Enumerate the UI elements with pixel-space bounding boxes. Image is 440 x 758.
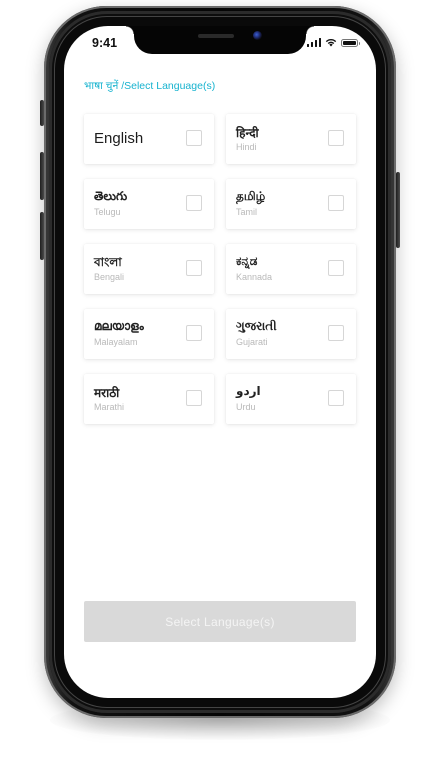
language-option-english[interactable]: English [84, 114, 214, 164]
language-option-gujarati[interactable]: ગુજરાતી Gujarati [226, 309, 356, 359]
phone-screen: 9:41 भाषा चुनें /Select Language(s) Engl… [64, 26, 376, 698]
language-english-name: Urdu [236, 402, 256, 412]
select-language-button-label: Select Language(s) [165, 614, 275, 629]
language-native-name: मराठी [94, 386, 120, 400]
front-camera [253, 31, 262, 40]
language-option-urdu[interactable]: اردو Urdu [226, 374, 356, 424]
language-native-name: English [94, 130, 144, 147]
status-icons [306, 38, 360, 47]
language-english-name: Bengali [94, 272, 125, 282]
language-checkbox[interactable] [186, 260, 202, 276]
language-native-name: ગુજરાતી [236, 319, 277, 333]
language-english-name: Kannada [236, 272, 273, 282]
language-option-hindi[interactable]: हिन्दी Hindi [226, 114, 356, 164]
language-english-name: Hindi [236, 142, 257, 152]
language-option-bengali[interactable]: বাংলা Bengali [84, 244, 214, 294]
language-option-malayalam[interactable]: മലയാളം Malayalam [84, 309, 214, 359]
wifi-icon [325, 38, 337, 47]
power-button [396, 172, 400, 248]
language-english-name: Tamil [236, 207, 258, 217]
language-checkbox[interactable] [186, 195, 202, 211]
language-option-marathi[interactable]: मराठी Marathi [84, 374, 214, 424]
signal-icon [306, 38, 321, 47]
language-native-name: తెలుగు [94, 189, 128, 203]
language-checkbox[interactable] [328, 130, 344, 146]
language-checkbox[interactable] [328, 325, 344, 341]
language-native-name: தமிழ் [236, 189, 266, 203]
language-grid: English हिन्दी Hindi తెలుగు Telugu தமிழ்… [84, 114, 356, 424]
language-native-name: हिन्दी [236, 126, 259, 140]
speaker-grille [198, 34, 234, 38]
battery-icon [341, 39, 360, 47]
page-title: भाषा चुनें /Select Language(s) [84, 80, 216, 92]
language-english-name: Telugu [94, 207, 121, 217]
language-checkbox[interactable] [186, 130, 202, 146]
language-option-telugu[interactable]: తెలుగు Telugu [84, 179, 214, 229]
language-native-name: اردو [236, 384, 261, 398]
language-native-name: ಕನ್ನಡ [236, 254, 258, 268]
language-english-name: Marathi [94, 402, 125, 412]
notch [126, 26, 314, 54]
language-native-name: മലയാളം [94, 319, 144, 333]
status-time: 9:41 [92, 36, 118, 50]
language-option-tamil[interactable]: தமிழ் Tamil [226, 179, 356, 229]
language-english-name: Gujarati [236, 337, 268, 347]
device-mockup: 9:41 भाषा चुनें /Select Language(s) Engl… [0, 0, 440, 758]
language-checkbox[interactable] [328, 260, 344, 276]
language-checkbox[interactable] [328, 390, 344, 406]
select-language-button[interactable]: Select Language(s) [84, 601, 356, 642]
language-native-name: বাংলা [94, 255, 122, 269]
language-checkbox[interactable] [186, 390, 202, 406]
language-english-name: Malayalam [94, 337, 138, 347]
language-checkbox[interactable] [328, 195, 344, 211]
language-checkbox[interactable] [186, 325, 202, 341]
language-option-kannada[interactable]: ಕನ್ನಡ Kannada [226, 244, 356, 294]
